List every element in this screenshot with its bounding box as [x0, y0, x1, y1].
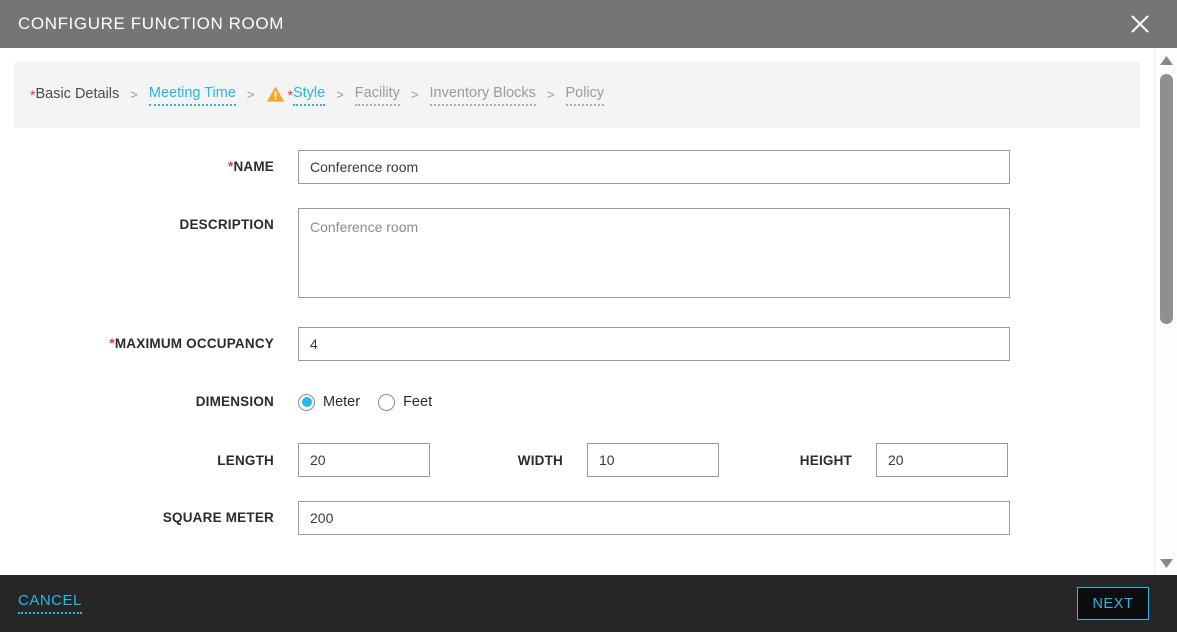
maximum-occupancy-label: *MAXIMUM OCCUPANCY [0, 327, 298, 361]
radio-circle-icon [378, 393, 396, 411]
scrollbar-track[interactable] [1155, 70, 1177, 553]
breadcrumb: * Basic Details > Meeting Time > * Style… [14, 62, 1140, 128]
modal-body: * Basic Details > Meeting Time > * Style… [0, 48, 1177, 575]
breadcrumb-step-label: Inventory Blocks [429, 85, 536, 106]
description-textarea[interactable] [298, 208, 1010, 298]
breadcrumb-step-policy[interactable]: Policy [565, 85, 605, 106]
square-meter-control [298, 501, 1154, 535]
maximum-occupancy-label-text: MAXIMUM OCCUPANCY [114, 336, 274, 351]
dimension-radio-meter[interactable]: Meter [298, 385, 360, 419]
square-meter-input[interactable] [298, 501, 1010, 535]
breadcrumb-separator: > [410, 86, 419, 102]
vertical-scrollbar[interactable] [1154, 48, 1177, 575]
close-icon[interactable] [1123, 7, 1157, 41]
breadcrumb-step-label: Style [292, 85, 326, 106]
name-input[interactable] [298, 150, 1010, 184]
breadcrumb-separator: > [246, 86, 255, 102]
cancel-button[interactable]: CANCEL [18, 593, 82, 614]
square-meter-label: SQUARE METER [162, 510, 274, 525]
field-row-dimensions: LENGTH WIDTH HEIGHT [0, 443, 1154, 477]
field-row-description: DESCRIPTION [0, 208, 1154, 303]
name-control [298, 150, 1154, 184]
description-label-text: DESCRIPTION [179, 217, 274, 232]
width-input[interactable] [587, 443, 719, 477]
length-input[interactable] [298, 443, 430, 477]
page-title: CONFIGURE FUNCTION ROOM [18, 14, 284, 33]
breadcrumb-separator: > [336, 86, 344, 102]
description-label: DESCRIPTION [0, 208, 298, 242]
description-control [298, 208, 1154, 303]
name-label: *NAME [0, 150, 298, 184]
breadcrumb-steps: * Basic Details > Meeting Time > * Style… [30, 85, 605, 106]
modal-footer: CANCEL NEXT [0, 575, 1177, 632]
field-row-maximum-occupancy: *MAXIMUM OCCUPANCY [0, 327, 1154, 361]
maximum-occupancy-input[interactable] [298, 327, 1010, 361]
dimension-radio-feet[interactable]: Feet [378, 385, 432, 419]
maximum-occupancy-control [298, 327, 1154, 361]
breadcrumb-step-facility[interactable]: Facility [354, 85, 400, 106]
modal-body-content: * Basic Details > Meeting Time > * Style… [0, 48, 1154, 575]
dimension-label-text: DIMENSION [195, 394, 274, 409]
next-button[interactable]: NEXT [1077, 587, 1149, 620]
length-label: LENGTH [217, 452, 274, 468]
dimension-radio-meter-label: Meter [323, 394, 361, 410]
radio-circle-icon [298, 393, 315, 411]
breadcrumb-step-basic-details[interactable]: * Basic Details [30, 86, 119, 105]
breadcrumb-separator: > [546, 86, 555, 102]
field-row-name: *NAME [0, 150, 1154, 184]
warning-triangle-icon [266, 85, 285, 103]
breadcrumb-step-label: Policy [565, 85, 605, 106]
breadcrumb-step-style[interactable]: * Style [266, 85, 326, 106]
width-label: WIDTH [517, 452, 563, 468]
dimension-radio-group: Meter Feet [298, 385, 1154, 419]
breadcrumb-step-inventory-blocks[interactable]: Inventory Blocks [429, 85, 536, 106]
field-row-dimension: DIMENSION Meter Feet [0, 385, 1154, 419]
breadcrumb-step-meeting-time[interactable]: Meeting Time [148, 85, 236, 106]
breadcrumb-separator: > [130, 86, 138, 102]
function-room-form: *NAME DESCRIPTION *MAXIMUM OCCUPANCY [0, 128, 1154, 535]
breadcrumb-step-label: Meeting Time [148, 85, 236, 106]
scroll-down-arrow-icon[interactable] [1155, 553, 1177, 573]
breadcrumb-step-label: Basic Details [35, 85, 120, 102]
dimension-control: Meter Feet [298, 385, 1154, 419]
dimension-radio-feet-label: Feet [403, 394, 433, 410]
scrollbar-thumb[interactable] [1160, 74, 1173, 324]
scroll-up-arrow-icon[interactable] [1155, 50, 1177, 70]
field-row-square-meter: SQUARE METER [0, 501, 1154, 535]
name-label-text: NAME [233, 159, 274, 174]
modal-header: CONFIGURE FUNCTION ROOM [0, 0, 1177, 48]
breadcrumb-step-label: Facility [354, 85, 400, 106]
dimension-label: DIMENSION [0, 385, 298, 419]
height-input[interactable] [876, 443, 1008, 477]
height-label: HEIGHT [799, 452, 852, 468]
configure-function-room-modal: CONFIGURE FUNCTION ROOM * Basic Details >… [0, 0, 1177, 632]
